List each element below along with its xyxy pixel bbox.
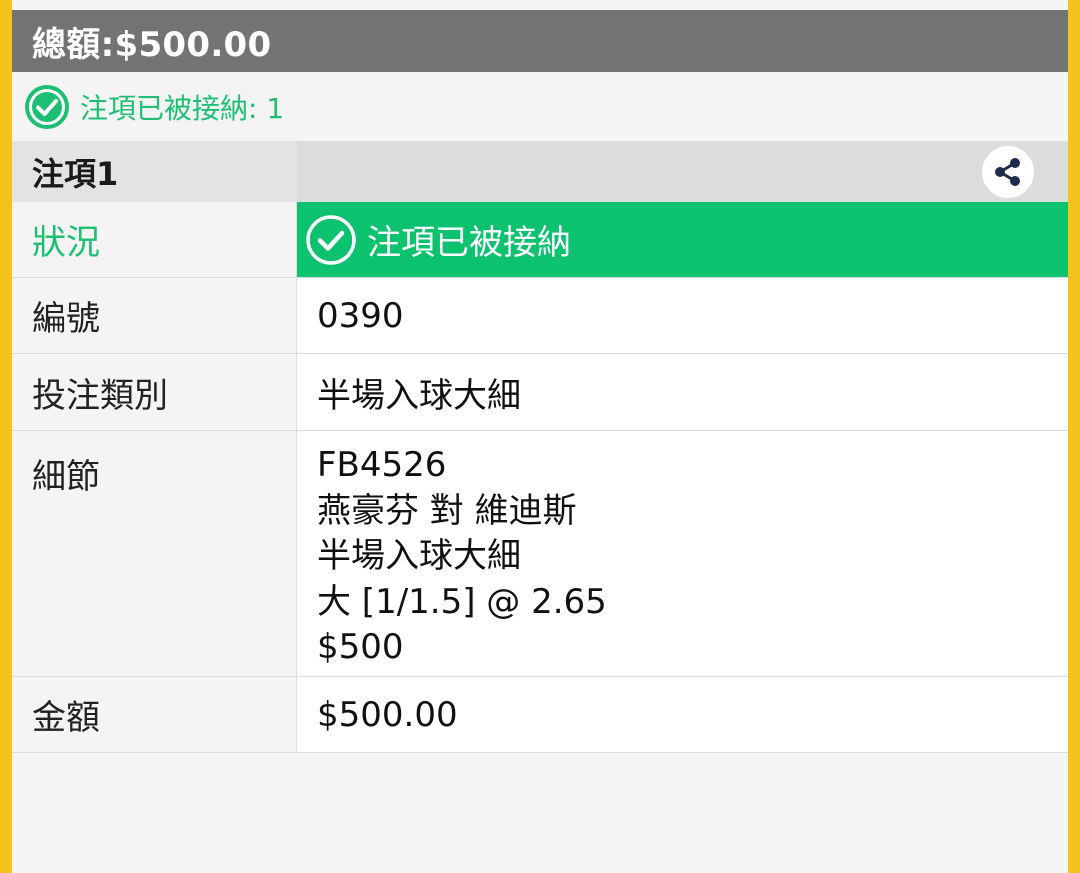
check-circle-outline-icon bbox=[306, 214, 356, 265]
detail-line-bet-type: 半場入球大細 bbox=[317, 536, 521, 576]
check-circle-icon bbox=[25, 84, 69, 129]
accepted-summary: 注項已被接納: 1 bbox=[12, 72, 1068, 141]
bet-header-actions bbox=[297, 141, 1068, 202]
status-value: 注項已被接納 bbox=[297, 202, 1068, 277]
amount-row: 金額 $500.00 bbox=[12, 677, 1068, 753]
amount-value: $500.00 bbox=[297, 677, 1068, 752]
bet-header: 注項1 bbox=[12, 141, 1068, 202]
bet-title: 注項1 bbox=[32, 154, 119, 193]
share-button[interactable] bbox=[982, 145, 1034, 198]
number-value: 0390 bbox=[297, 278, 1068, 353]
top-strip bbox=[12, 0, 1068, 10]
status-row: 狀況 注項已被接納 bbox=[12, 202, 1068, 278]
accepted-count-text: 注項已被接納: 1 bbox=[80, 91, 285, 125]
amount-label: 金額 bbox=[12, 677, 297, 752]
total-amount: 總額:$500.00 bbox=[32, 24, 272, 65]
bet-type-value: 半場入球大細 bbox=[297, 354, 1068, 430]
bet-details-table: 狀況 注項已被接納 編號 0390 投注類別 半場入球大細 細節 FB4526 … bbox=[12, 202, 1068, 753]
detail-line-teams: 燕豪芬 對 維迪斯 bbox=[317, 490, 577, 531]
number-label: 編號 bbox=[12, 278, 297, 353]
details-label: 細節 bbox=[12, 431, 297, 676]
detail-line-selection-odds: 大 [1/1.5] @ 2.65 bbox=[317, 581, 607, 622]
bet-type-row: 投注類別 半場入球大細 bbox=[12, 354, 1068, 431]
detail-line-match-code: FB4526 bbox=[317, 445, 447, 485]
number-row: 編號 0390 bbox=[12, 278, 1068, 354]
status-text: 注項已被接納 bbox=[367, 223, 571, 263]
total-header: 總額:$500.00 bbox=[12, 10, 1068, 72]
details-value: FB4526 燕豪芬 對 維迪斯 半場入球大細 大 [1/1.5] @ 2.65… bbox=[297, 431, 1068, 676]
details-row: 細節 FB4526 燕豪芬 對 維迪斯 半場入球大細 大 [1/1.5] @ 2… bbox=[12, 431, 1068, 677]
app-frame: 總額:$500.00 注項已被接納: 1 注項1 狀況 注項已被接納 編號 03… bbox=[0, 0, 1080, 873]
bet-type-label: 投注類別 bbox=[12, 354, 297, 430]
share-icon bbox=[995, 157, 1020, 186]
detail-line-stake: $500 bbox=[317, 627, 404, 667]
status-label: 狀況 bbox=[12, 202, 297, 277]
